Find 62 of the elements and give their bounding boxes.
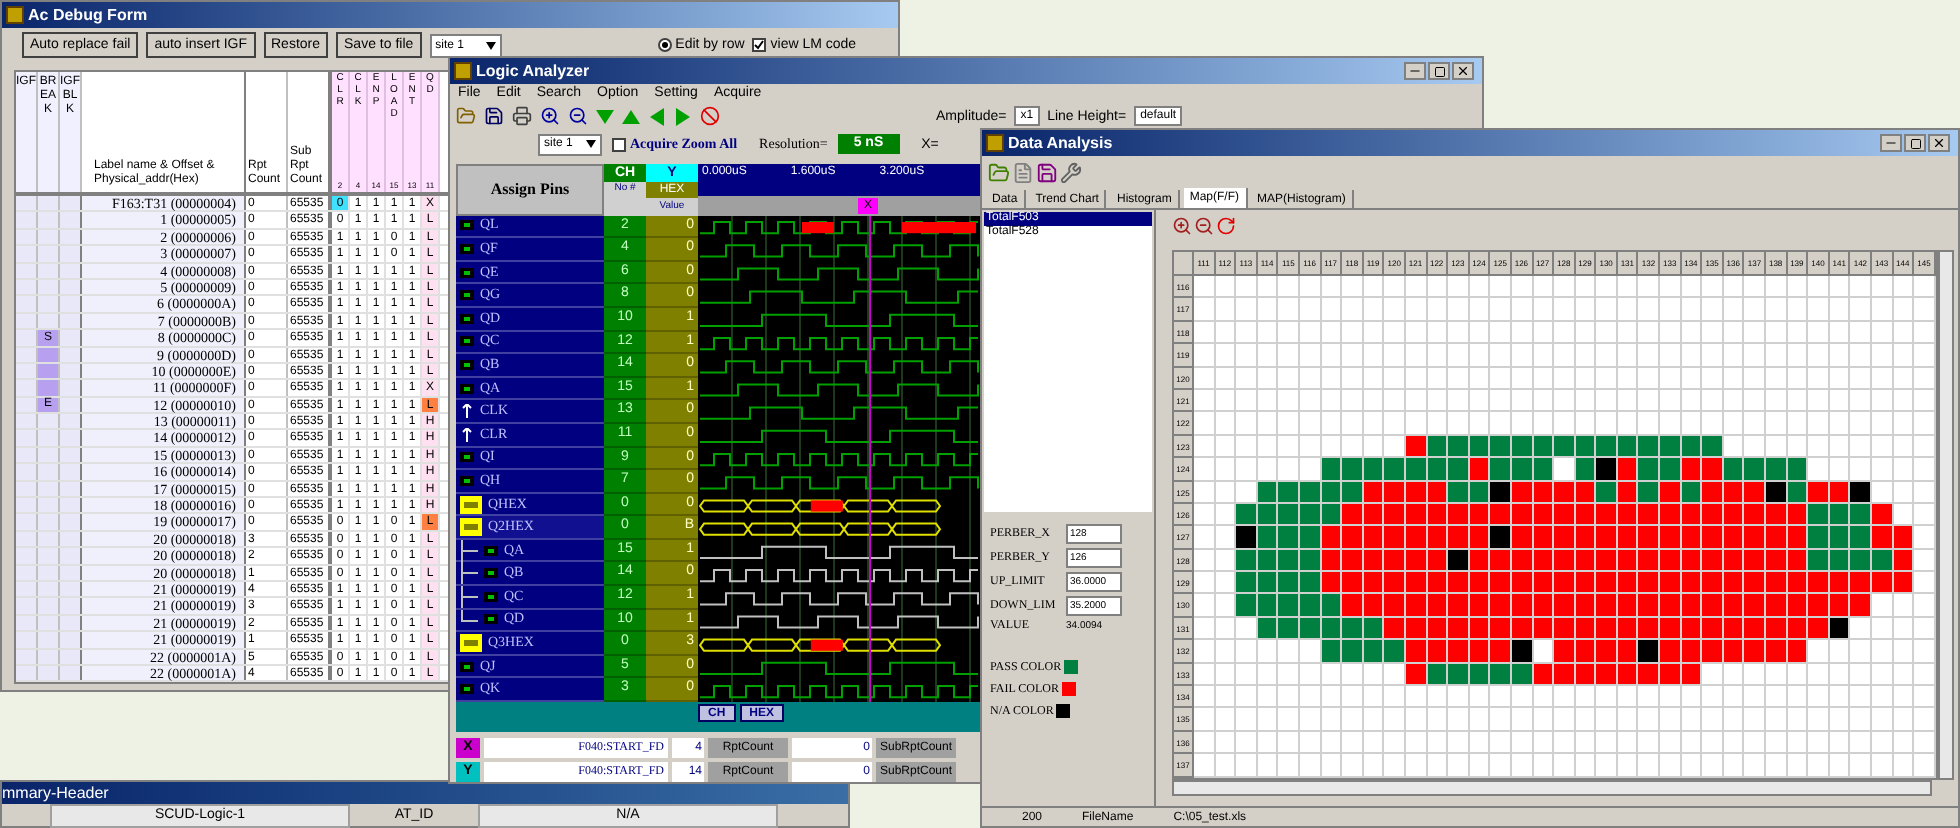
output-pin-icon [460, 452, 474, 463]
triangle-up-icon[interactable] [622, 107, 640, 126]
open-folder-icon[interactable] [456, 106, 476, 127]
triangle-down-icon[interactable] [596, 107, 614, 126]
output-pin-icon [460, 359, 474, 370]
close-icon [1932, 136, 1946, 150]
maximize-icon [1909, 137, 1921, 149]
output-pin-icon [460, 661, 474, 672]
caret-icon [485, 41, 496, 49]
close-icon [1456, 64, 1470, 78]
triangle-right-icon[interactable] [674, 107, 692, 126]
print-icon[interactable] [512, 106, 532, 127]
output-pin-icon [484, 614, 498, 625]
output-pin-icon [484, 591, 498, 602]
close-button[interactable] [1452, 62, 1474, 80]
zoom-out-icon[interactable] [568, 106, 588, 127]
app-icon [986, 134, 1004, 152]
minimize-icon [1884, 136, 1898, 150]
zoom-in-icon[interactable] [1172, 216, 1192, 236]
output-pin-icon [460, 313, 474, 324]
bus-pin-icon [460, 518, 482, 537]
column-header: Assign Pins [456, 163, 604, 216]
stop-icon[interactable] [700, 106, 720, 127]
open-folder-icon[interactable] [988, 162, 1010, 184]
save-icon[interactable] [1036, 162, 1058, 184]
zoom-in-icon[interactable] [540, 106, 560, 127]
output-pin-icon [460, 220, 474, 231]
minimize-icon [1408, 64, 1422, 78]
output-pin-icon [460, 267, 474, 278]
output-pin-icon [460, 290, 474, 301]
output-pin-icon [460, 475, 474, 486]
close-button[interactable] [1928, 134, 1950, 152]
minimize-button[interactable] [1880, 134, 1902, 152]
refresh-icon[interactable] [1216, 216, 1236, 236]
output-pin-icon [460, 243, 474, 254]
input-pin-icon [460, 427, 474, 442]
zoom-out-icon[interactable] [1194, 216, 1214, 236]
document-icon[interactable] [1012, 162, 1034, 184]
output-pin-icon [460, 383, 474, 394]
maximize-button[interactable] [1428, 62, 1450, 80]
maximize-button[interactable] [1904, 134, 1926, 152]
output-pin-icon [460, 684, 474, 695]
wrench-icon[interactable] [1060, 162, 1082, 184]
bus-pin-icon [460, 634, 482, 653]
output-pin-icon [460, 336, 474, 347]
app-icon [454, 62, 472, 80]
tree-line-icon [460, 562, 478, 585]
output-pin-icon [484, 545, 498, 556]
window-title: Ac Debug Form [28, 7, 148, 23]
window-title: Data Analysis [1008, 135, 1113, 151]
save-icon[interactable] [484, 106, 504, 127]
triangle-left-icon[interactable] [648, 107, 666, 126]
output-pin-icon [484, 568, 498, 579]
app-icon [6, 6, 24, 24]
minimize-button[interactable] [1404, 62, 1426, 80]
window-title: mmary-Header [2, 785, 109, 801]
window-title: Logic Analyzer [476, 63, 590, 79]
tree-line-icon [460, 539, 478, 562]
bus-pin-icon [460, 495, 482, 513]
maximize-icon [1433, 65, 1445, 77]
input-pin-icon [460, 404, 474, 419]
caret-icon [586, 140, 596, 149]
